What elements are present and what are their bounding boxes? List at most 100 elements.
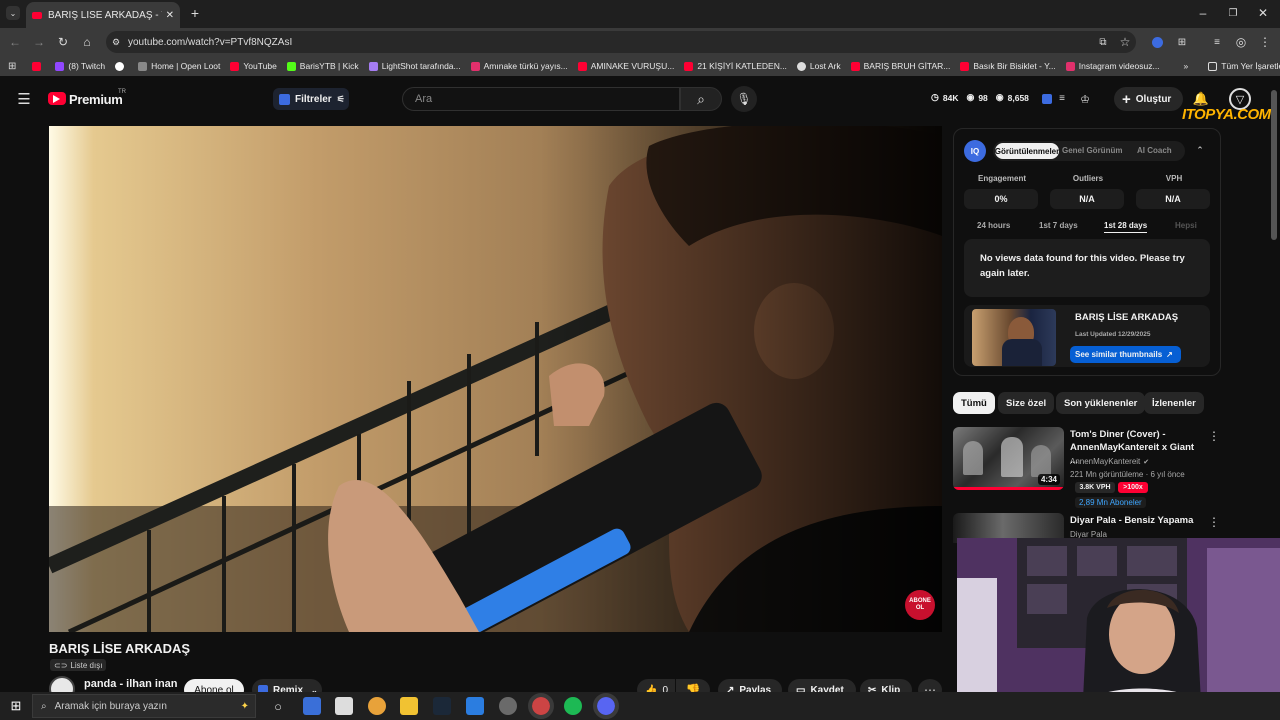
range-7d[interactable]: 1st 7 days bbox=[1039, 221, 1078, 230]
extension-icon[interactable] bbox=[1152, 37, 1163, 48]
iq-extension-icon[interactable] bbox=[1042, 94, 1052, 104]
external-link-icon: ↗ bbox=[1166, 350, 1173, 359]
home-icon[interactable]: ⌂ bbox=[80, 35, 94, 49]
chip-all[interactable]: Tümü bbox=[953, 392, 995, 414]
recommendation-thumbnail[interactable]: 4:34 bbox=[953, 427, 1064, 490]
filters-label: Filtreler bbox=[295, 93, 332, 105]
discord-icon[interactable] bbox=[593, 693, 619, 719]
tab-search-icon[interactable]: ⌄ bbox=[6, 6, 20, 20]
new-tab-icon[interactable]: + bbox=[188, 5, 202, 21]
no-data-message: No views data found for this video. Plea… bbox=[964, 239, 1210, 297]
search-button[interactable]: ⌕ bbox=[680, 87, 722, 111]
store-icon[interactable] bbox=[335, 697, 353, 715]
iq-logo-icon: IQ bbox=[964, 140, 986, 162]
link-icon: ⊂⊃ bbox=[54, 660, 68, 670]
bookmark-item[interactable]: Lost Ark bbox=[796, 61, 841, 71]
back-icon[interactable]: ← bbox=[8, 35, 22, 49]
bookmark-item[interactable]: Instagram videosuz... bbox=[1065, 61, 1160, 71]
url-text: youtube.com/watch?v=PTvf8NQZAsI bbox=[128, 36, 293, 48]
scrollbar-thumb[interactable] bbox=[1271, 90, 1277, 240]
tab-views[interactable]: Görüntülenmeler bbox=[995, 143, 1059, 159]
app-icon[interactable] bbox=[499, 697, 517, 715]
verified-icon: ✔ bbox=[1143, 458, 1150, 466]
steam-icon[interactable] bbox=[433, 697, 451, 715]
search-input[interactable]: Ara bbox=[402, 87, 680, 111]
apps-icon[interactable]: ⊞ bbox=[8, 61, 16, 72]
app-icon[interactable] bbox=[466, 697, 484, 715]
bookmark-item[interactable]: LightShot tarafında... bbox=[368, 61, 461, 71]
create-button[interactable]: + Oluştur bbox=[1114, 87, 1183, 111]
all-bookmarks[interactable]: Tüm Yer İşaretleri bbox=[1208, 61, 1280, 71]
voice-search-button[interactable]: 🎙 bbox=[731, 86, 757, 112]
bookmark-item[interactable]: Basık Bir Bisiklet - Y... bbox=[960, 61, 1056, 71]
tab-title: BARIŞ LİSE ARKADAŞ - YouTube bbox=[48, 9, 162, 21]
video-thumbnail[interactable] bbox=[972, 309, 1056, 366]
url-field[interactable]: youtube.com/watch?v=PTvf8NQZAsI bbox=[106, 31, 1136, 53]
bookmark-item[interactable] bbox=[32, 61, 45, 71]
hamburger-menu-icon[interactable]: ☰ bbox=[16, 91, 32, 108]
browser-tab[interactable]: BARIŞ LİSE ARKADAŞ - YouTube ✕ bbox=[26, 2, 180, 28]
range-24h[interactable]: 24 hours bbox=[977, 221, 1010, 230]
cortana-icon[interactable]: ○ bbox=[270, 698, 286, 714]
tab-ai-coach[interactable]: AI Coach bbox=[1137, 146, 1172, 155]
bookmark-item[interactable]: 21 KİŞİYİ KATLEDEN... bbox=[684, 61, 787, 71]
bookmark-item[interactable] bbox=[115, 61, 128, 71]
bookmark-item[interactable]: Amınake türkü yayıs... bbox=[470, 61, 568, 71]
bookmark-item[interactable]: BarisYTB | Kick bbox=[286, 61, 359, 71]
video-player[interactable]: ABONE OL bbox=[49, 126, 942, 632]
recommendation-meta: 221 Mn görüntüleme · 6 yıl önce bbox=[1070, 470, 1185, 479]
spotify-icon[interactable] bbox=[564, 697, 582, 715]
search-icon: ⌕ bbox=[697, 90, 705, 107]
list-icon[interactable]: ≡ bbox=[1056, 92, 1068, 104]
minimize-icon[interactable]: – bbox=[1196, 6, 1210, 20]
restore-icon[interactable]: ❐ bbox=[1226, 6, 1240, 20]
profile-icon[interactable]: ◎ bbox=[1234, 35, 1248, 49]
windows-start-icon[interactable]: ⊞ bbox=[8, 698, 24, 714]
bookmarks-bar: ⊞ (8) Twitch Home | Open Loot YouTube Ba… bbox=[0, 56, 1280, 76]
chrome-active-icon[interactable] bbox=[528, 693, 554, 719]
reading-list-icon[interactable]: ≡ bbox=[1210, 35, 1224, 49]
extensions-icon[interactable]: ⊞ bbox=[1175, 35, 1189, 49]
clock-icon: ◷ bbox=[931, 92, 939, 102]
range-28d[interactable]: 1st 28 days bbox=[1104, 221, 1148, 233]
more-bookmarks-icon[interactable]: » bbox=[1184, 61, 1189, 71]
trophy-icon[interactable]: ♔ bbox=[1078, 92, 1092, 106]
recommendation-channel[interactable]: AnnenMayKantereit ✔ bbox=[1070, 457, 1149, 466]
metric-value: N/A bbox=[1136, 189, 1210, 209]
install-icon[interactable]: ⧉ bbox=[1096, 35, 1110, 49]
more-options-icon[interactable]: ⋮ bbox=[1208, 429, 1220, 443]
menu-icon[interactable]: ⋮ bbox=[1258, 35, 1272, 49]
logo-text[interactable]: Premium bbox=[69, 92, 123, 107]
chrome-icon[interactable] bbox=[368, 697, 386, 715]
chip-recent[interactable]: Son yüklenenler bbox=[1056, 392, 1146, 414]
bookmark-star-icon[interactable]: ☆ bbox=[1118, 35, 1132, 49]
unlisted-badge: ⊂⊃ Liste dışı bbox=[50, 659, 107, 671]
bookmark-item[interactable]: (8) Twitch bbox=[55, 61, 105, 71]
forward-icon[interactable]: → bbox=[32, 35, 46, 49]
collapse-icon[interactable]: ⌃ bbox=[1194, 145, 1206, 155]
site-info-icon[interactable]: ⚙ bbox=[110, 36, 122, 48]
chip-for-you[interactable]: Size özel bbox=[998, 392, 1055, 414]
bookmark-item[interactable]: AMINAKE VURUŞU... bbox=[577, 61, 674, 71]
filters-button[interactable]: Filtreler ⚟ bbox=[273, 88, 349, 110]
reload-icon[interactable]: ↻ bbox=[56, 35, 70, 49]
tab-overview[interactable]: Genel Görünüm bbox=[1062, 146, 1122, 155]
app-icon[interactable] bbox=[303, 697, 321, 715]
bookmark-item[interactable]: BARIŞ BRUH GİTAR... bbox=[850, 61, 950, 71]
close-icon[interactable]: ✕ bbox=[166, 10, 174, 21]
recommendation-title[interactable]: Diyar Pala - Bensiz Yapama bbox=[1070, 515, 1200, 526]
subscribe-watermark[interactable]: ABONE OL bbox=[905, 590, 935, 620]
taskbar-search[interactable]: ⌕ Aramak için buraya yazın ✦ bbox=[32, 694, 256, 718]
channel-name[interactable]: panda - ilhan inan bbox=[84, 678, 178, 690]
similar-thumbnails-button[interactable]: See similar thumbnails ↗ bbox=[1070, 346, 1181, 363]
more-options-icon[interactable]: ⋮ bbox=[1208, 515, 1220, 529]
window-close-icon[interactable]: ✕ bbox=[1256, 6, 1270, 20]
last-updated: Last Updated 12/29/2025 bbox=[1075, 331, 1151, 338]
sliders-icon: ⚟ bbox=[336, 93, 345, 104]
range-all[interactable]: Hepsi bbox=[1175, 221, 1197, 230]
chip-watched[interactable]: İzlenenler bbox=[1144, 392, 1204, 414]
folder-icon[interactable] bbox=[400, 697, 418, 715]
outlier-badge: >100x bbox=[1118, 482, 1148, 493]
bookmark-item[interactable]: YouTube bbox=[230, 61, 277, 71]
bookmark-item[interactable]: Home | Open Loot bbox=[138, 61, 220, 71]
